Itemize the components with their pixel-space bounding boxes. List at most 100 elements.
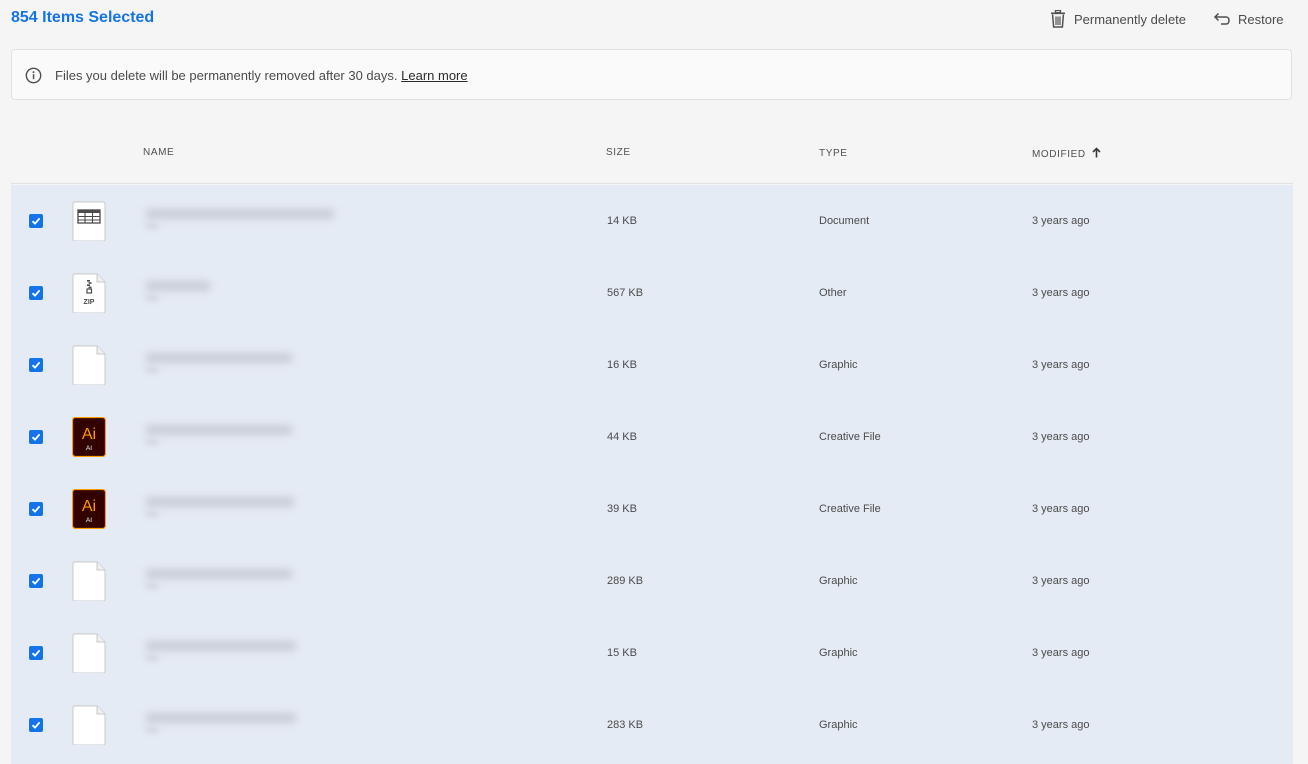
info-icon	[25, 67, 42, 89]
banner-text: Files you delete will be permanently rem…	[55, 68, 398, 83]
ai-ext-text: AI	[86, 445, 92, 452]
permanently-delete-button[interactable]: Permanently delete	[1050, 8, 1186, 30]
checkmark-icon	[31, 433, 41, 441]
learn-more-link[interactable]: Learn more	[401, 68, 467, 83]
info-banner: Files you delete will be permanently rem…	[11, 49, 1292, 100]
selection-count-title: 854 Items Selected	[11, 9, 155, 26]
ai-logo-text: Ai	[82, 426, 96, 443]
file-modified: 3 years ago	[1032, 647, 1090, 659]
table-row[interactable]: 15 KB Graphic 3 years ago	[11, 617, 1293, 689]
undo-arrow-icon	[1213, 12, 1230, 26]
file-modified: 3 years ago	[1032, 359, 1090, 371]
file-type: Graphic	[819, 719, 858, 731]
row-checkbox[interactable]	[29, 214, 43, 228]
blurred-subline	[145, 439, 159, 445]
banner-message: Files you delete will be permanently rem…	[55, 68, 468, 83]
checkmark-icon	[31, 505, 41, 513]
file-type: Creative File	[819, 431, 881, 443]
table-row[interactable]: 14 KB Document 3 years ago	[11, 185, 1293, 257]
row-checkbox[interactable]	[29, 286, 43, 300]
file-name-redacted[interactable]	[143, 709, 343, 739]
file-size: 39 KB	[607, 503, 637, 515]
file-size: 14 KB	[607, 215, 637, 227]
blurred-subline	[145, 655, 159, 661]
file-type: Document	[819, 215, 870, 227]
illustrator-file-icon: Ai AI	[71, 488, 107, 530]
zip-label: ZIP	[84, 299, 95, 306]
file-type: Graphic	[819, 575, 858, 587]
restore-label: Restore	[1238, 11, 1284, 27]
illustrator-file-icon: Ai AI	[71, 416, 107, 458]
blurred-subline	[145, 223, 159, 229]
file-size: 44 KB	[607, 431, 637, 443]
blurred-name-line	[145, 209, 335, 219]
blank-file-icon	[72, 561, 106, 602]
blurred-name-line	[145, 713, 297, 723]
column-header-modified-label: MODIFIED	[1032, 148, 1086, 160]
table-header: NAME SIZE TYPE MODIFIED	[11, 120, 1293, 184]
permanently-delete-label: Permanently delete	[1074, 11, 1187, 27]
trash-page: 854 Items Selected Permanently delete Re…	[0, 0, 1308, 764]
row-checkbox[interactable]	[29, 358, 43, 372]
checkmark-icon	[31, 721, 41, 729]
table-row[interactable]: Ai AI 44 KB Creative File 3 years ago	[11, 401, 1293, 473]
file-modified: 3 years ago	[1032, 431, 1090, 443]
sort-ascending-arrow-icon	[1092, 147, 1101, 161]
ai-logo-text: Ai	[82, 498, 96, 515]
row-checkbox[interactable]	[29, 430, 43, 444]
file-name-redacted[interactable]	[143, 565, 343, 595]
file-size: 283 KB	[607, 719, 644, 731]
file-type: Other	[819, 287, 847, 299]
file-type: Graphic	[819, 647, 858, 659]
blank-file-icon	[72, 345, 106, 386]
blurred-subline	[145, 511, 159, 517]
checkmark-icon	[31, 289, 41, 297]
row-checkbox[interactable]	[29, 574, 43, 588]
blurred-name-line	[145, 641, 297, 651]
blurred-name-line	[145, 569, 293, 579]
file-name-redacted[interactable]	[143, 637, 343, 667]
file-size: 15 KB	[607, 647, 637, 659]
blurred-subline	[145, 727, 159, 733]
blank-file-icon	[72, 633, 106, 674]
table-row[interactable]: ZIP 567 KB Other 3 years ago	[11, 257, 1293, 329]
file-size: 16 KB	[607, 359, 637, 371]
column-header-name[interactable]: NAME	[143, 147, 174, 158]
table-row[interactable]: 283 KB Graphic 3 years ago	[11, 689, 1293, 761]
table-row[interactable]: Ai AI 39 KB Creative File 3 years ago	[11, 473, 1293, 545]
file-name-redacted[interactable]	[143, 205, 343, 235]
file-size: 289 KB	[607, 575, 644, 587]
row-checkbox[interactable]	[29, 718, 43, 732]
blurred-name-line	[145, 497, 295, 507]
file-type: Creative File	[819, 503, 881, 515]
blank-file-icon	[72, 705, 106, 746]
file-name-redacted[interactable]	[143, 277, 343, 307]
spreadsheet-file-icon	[72, 201, 106, 242]
restore-button[interactable]: Restore	[1213, 8, 1284, 30]
file-table-body: 14 KB Document 3 years ago ZIP 567 KB Other 3 …	[11, 185, 1293, 764]
file-modified: 3 years ago	[1032, 719, 1090, 731]
trash-icon	[1050, 10, 1066, 28]
blurred-subline	[145, 367, 159, 373]
file-name-redacted[interactable]	[143, 421, 343, 451]
table-row[interactable]: 289 KB Graphic 3 years ago	[11, 545, 1293, 617]
file-name-redacted[interactable]	[143, 349, 343, 379]
table-row[interactable]: 16 KB Graphic 3 years ago	[11, 329, 1293, 401]
column-header-modified[interactable]: MODIFIED	[1032, 147, 1101, 161]
checkmark-icon	[31, 649, 41, 657]
column-header-size[interactable]: SIZE	[606, 147, 631, 158]
file-modified: 3 years ago	[1032, 287, 1090, 299]
blurred-subline	[145, 583, 159, 589]
checkmark-icon	[31, 577, 41, 585]
file-modified: 3 years ago	[1032, 503, 1090, 515]
file-modified: 3 years ago	[1032, 215, 1090, 227]
file-name-redacted[interactable]	[143, 493, 343, 523]
checkmark-icon	[31, 361, 41, 369]
row-checkbox[interactable]	[29, 502, 43, 516]
column-header-type[interactable]: TYPE	[819, 148, 848, 159]
blurred-name-line	[145, 281, 211, 291]
row-checkbox[interactable]	[29, 646, 43, 660]
blurred-subline	[145, 295, 159, 301]
file-modified: 3 years ago	[1032, 575, 1090, 587]
ai-ext-text: AI	[86, 517, 92, 524]
